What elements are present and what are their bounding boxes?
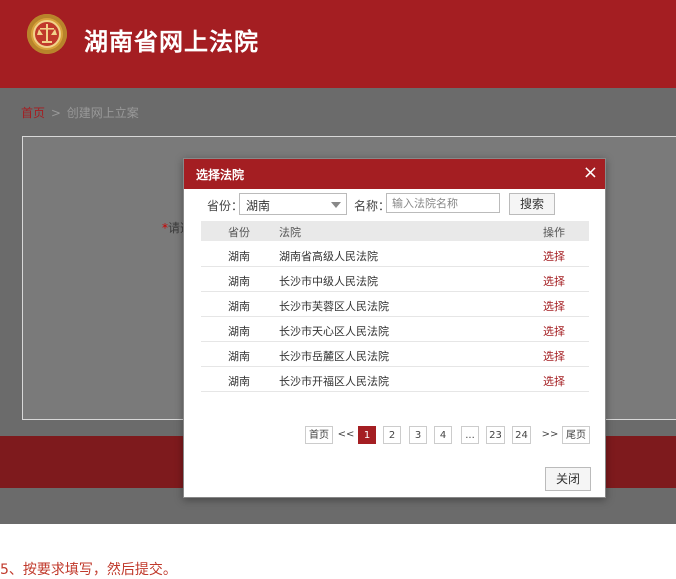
select-court-dialog: 选择法院 × 省份： 湖南 名称： 输入法院名称 搜索 省份 法院 操作 湖南 …	[183, 158, 606, 498]
pagination-page-1[interactable]: 1	[358, 426, 376, 444]
column-header-province: 省份	[228, 226, 250, 239]
cell-court: 长沙市岳麓区人民法院	[279, 350, 389, 363]
cell-province: 湖南	[228, 275, 250, 288]
select-court-link[interactable]: 选择	[543, 248, 565, 264]
province-label: 省份：	[207, 199, 244, 213]
province-select-value: 湖南	[246, 199, 271, 213]
pagination-first[interactable]: 首页	[305, 426, 333, 444]
cell-province: 湖南	[228, 250, 250, 263]
breadcrumb-separator: >	[50, 106, 61, 120]
close-icon[interactable]: ×	[583, 164, 598, 182]
name-label: 名称：	[354, 199, 391, 213]
cell-province: 湖南	[228, 325, 250, 338]
column-header-action: 操作	[543, 226, 565, 239]
select-court-link[interactable]: 选择	[543, 323, 565, 339]
pagination-ellipsis: ...	[461, 426, 479, 444]
cell-province: 湖南	[228, 300, 250, 313]
pagination-page-3[interactable]: 3	[409, 426, 427, 444]
site-header: 湖南省网上法院	[0, 0, 676, 88]
pagination-page-4[interactable]: 4	[434, 426, 452, 444]
court-emblem-icon	[27, 14, 67, 54]
breadcrumb-current: 创建网上立案	[66, 106, 139, 120]
court-name-input[interactable]: 输入法院名称	[386, 193, 500, 213]
table-row: 湖南 长沙市芙蓉区人民法院 选择	[201, 292, 589, 317]
pagination-page-23[interactable]: 23	[486, 426, 505, 444]
pagination-last[interactable]: 尾页	[562, 426, 590, 444]
cell-court: 长沙市天心区人民法院	[279, 325, 389, 338]
cell-province: 湖南	[228, 350, 250, 363]
dialog-header: 选择法院 ×	[184, 159, 605, 189]
column-header-court: 法院	[279, 226, 301, 239]
select-court-link[interactable]: 选择	[543, 273, 565, 289]
pagination-page-24[interactable]: 24	[512, 426, 531, 444]
pagination-page-2[interactable]: 2	[383, 426, 401, 444]
table-row: 湖南 长沙市岳麓区人民法院 选择	[201, 342, 589, 367]
site-title: 湖南省网上法院	[84, 28, 259, 56]
cell-court: 长沙市芙蓉区人民法院	[279, 300, 389, 313]
select-court-link[interactable]: 选择	[543, 348, 565, 364]
close-button[interactable]: 关闭	[545, 467, 591, 491]
table-row: 湖南 湖南省高级人民法院 选择	[201, 242, 589, 267]
cell-court: 长沙市开福区人民法院	[279, 375, 389, 388]
table-row: 湖南 长沙市中级人民法院 选择	[201, 267, 589, 292]
province-select[interactable]: 湖南	[239, 193, 347, 215]
breadcrumb-home-link[interactable]: 首页	[21, 106, 45, 120]
cell-court: 长沙市中级人民法院	[279, 275, 378, 288]
select-court-link[interactable]: 选择	[543, 298, 565, 314]
search-button[interactable]: 搜索	[509, 193, 555, 215]
pagination-next[interactable]: >>	[541, 426, 559, 444]
select-court-link[interactable]: 选择	[543, 373, 565, 389]
cell-province: 湖南	[228, 375, 250, 388]
dialog-title: 选择法院	[196, 168, 245, 182]
pagination-prev[interactable]: <<	[337, 426, 355, 444]
breadcrumb: 首页 > 创建网上立案	[21, 104, 139, 121]
table-row: 湖南 长沙市开福区人民法院 选择	[201, 367, 589, 392]
instruction-caption: 5、按要求填写，然后提交。	[0, 562, 177, 578]
table-row: 湖南 长沙市天心区人民法院 选择	[201, 317, 589, 342]
chevron-down-icon	[331, 202, 341, 208]
cell-court: 湖南省高级人民法院	[279, 250, 378, 263]
table-header: 省份 法院 操作	[201, 221, 589, 241]
